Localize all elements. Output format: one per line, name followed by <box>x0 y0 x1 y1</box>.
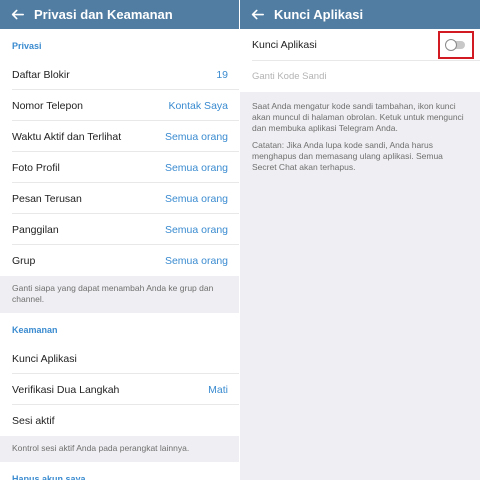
privacy-item-value: Semua orang <box>164 192 228 205</box>
passcode-info: Saat Anda mengatur kode sandi tambahan, … <box>240 92 480 173</box>
privacy-item-last-seen[interactable]: Waktu Aktif dan Terlihat Semua orang <box>0 121 240 152</box>
privacy-item-calls[interactable]: Panggilan Semua orang <box>0 214 240 245</box>
right-page-title: Kunci Aplikasi <box>274 7 364 22</box>
privacy-security-screen: Privasi dan Keamanan Privasi Daftar Blok… <box>0 0 240 480</box>
privacy-item-label: Pesan Terusan <box>12 192 82 205</box>
privacy-section: Privasi Daftar Blokir 19 Nomor Telepon K… <box>0 29 240 276</box>
left-back-button[interactable] <box>0 0 34 29</box>
change-passcode-label: Ganti Kode Sandi <box>252 71 327 82</box>
privacy-item-label: Daftar Blokir <box>12 68 70 81</box>
delete-account-section: Hapus akun saya <box>0 462 240 480</box>
privacy-item-blocked[interactable]: Daftar Blokir 19 <box>0 59 240 90</box>
privacy-note: Ganti siapa yang dapat menambah Anda ke … <box>12 283 214 304</box>
privacy-item-value: Semua orang <box>164 161 228 174</box>
security-section: Keamanan Kunci Aplikasi Verifikasi Dua L… <box>0 313 240 436</box>
privacy-item-label: Panggilan <box>12 223 59 236</box>
privacy-item-value: Semua orang <box>164 254 228 267</box>
security-item-label: Sesi aktif <box>12 414 55 427</box>
delete-account-header: Hapus akun saya <box>12 474 86 480</box>
security-item-two-step[interactable]: Verifikasi Dua Langkah Mati <box>0 374 240 405</box>
privacy-item-label: Nomor Telepon <box>12 99 84 112</box>
security-header: Keamanan <box>12 325 58 335</box>
privacy-item-value: Semua orang <box>164 223 228 236</box>
privacy-item-label: Waktu Aktif dan Terlihat <box>12 130 122 143</box>
privacy-header: Privasi <box>12 41 42 51</box>
passcode-lock-row[interactable]: Kunci Aplikasi <box>240 29 480 61</box>
security-note: Kontrol sesi aktif Anda pada perangkat l… <box>12 443 190 453</box>
left-app-bar: Privasi dan Keamanan <box>0 0 240 29</box>
security-item-active-sessions[interactable]: Sesi aktif <box>0 405 240 436</box>
right-back-button[interactable] <box>240 0 274 29</box>
passcode-lock-label: Kunci Aplikasi <box>252 39 317 51</box>
security-item-passcode-lock[interactable]: Kunci Aplikasi <box>0 343 240 374</box>
privacy-item-value: Kontak Saya <box>168 99 228 112</box>
passcode-settings: Kunci Aplikasi Ganti Kode Sandi <box>240 29 480 92</box>
change-passcode-row: Ganti Kode Sandi <box>240 61 480 92</box>
privacy-item-value: Semua orang <box>164 130 228 143</box>
arrow-left-icon <box>251 9 264 20</box>
security-item-label: Kunci Aplikasi <box>12 352 77 365</box>
passcode-lock-toggle[interactable] <box>445 39 466 51</box>
security-item-label: Verifikasi Dua Langkah <box>12 383 120 396</box>
security-item-value: Mati <box>208 383 228 396</box>
privacy-item-groups[interactable]: Grup Semua orang <box>0 245 240 276</box>
privacy-item-value: 19 <box>216 68 228 81</box>
passcode-info-text: Saat Anda mengatur kode sandi tambahan, … <box>252 101 464 133</box>
passcode-note-text: Catatan: Jika Anda lupa kode sandi, Anda… <box>252 140 443 172</box>
privacy-item-label: Grup <box>12 254 36 267</box>
left-page-title: Privasi dan Keamanan <box>34 7 173 22</box>
highlight-box <box>438 31 474 59</box>
toggle-knob <box>445 39 457 51</box>
arrow-left-icon <box>11 9 24 20</box>
privacy-item-label: Foto Profil <box>12 161 60 174</box>
privacy-item-forwarded[interactable]: Pesan Terusan Semua orang <box>0 183 240 214</box>
privacy-item-profile-photo[interactable]: Foto Profil Semua orang <box>0 152 240 183</box>
right-app-bar: Kunci Aplikasi <box>240 0 480 29</box>
passcode-lock-screen: Kunci Aplikasi Kunci Aplikasi Ganti Kode… <box>240 0 480 480</box>
privacy-item-phone[interactable]: Nomor Telepon Kontak Saya <box>0 90 240 121</box>
